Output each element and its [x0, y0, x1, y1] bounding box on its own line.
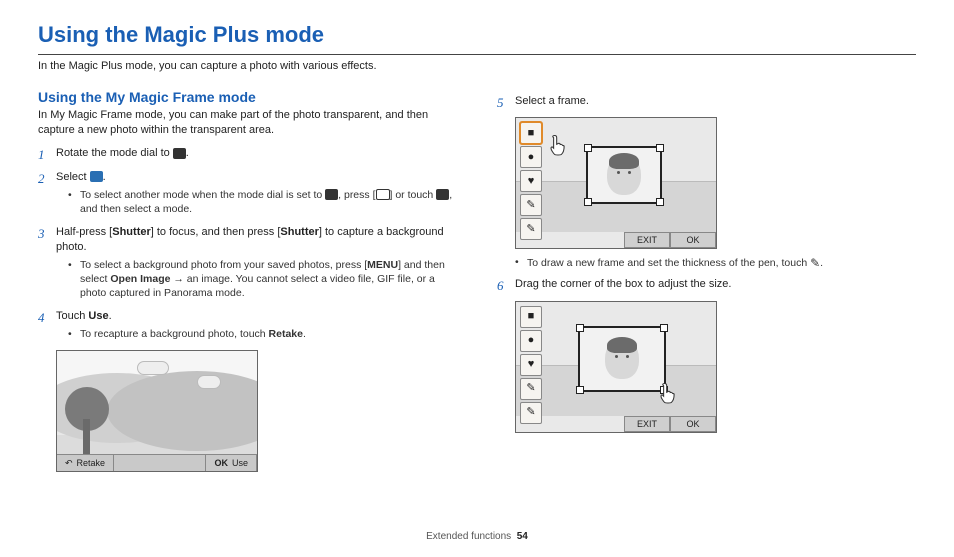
magic-frame-icon — [90, 171, 103, 182]
mode-dial-icon — [173, 148, 186, 159]
step-number: 5 — [497, 94, 507, 112]
retake-label: Retake — [269, 328, 303, 340]
section-intro: In My Magic Frame mode, you can make par… — [38, 108, 457, 138]
frame-tool-square[interactable]: ■ — [520, 306, 542, 328]
frame-tool-pen[interactable]: ✎ — [520, 194, 542, 216]
frame-box[interactable] — [586, 146, 662, 204]
step-number: 3 — [38, 225, 48, 303]
use-button[interactable]: OK Use — [205, 455, 257, 471]
frame-tool-circle[interactable]: ● — [520, 330, 542, 352]
bullet-icon: • — [68, 327, 74, 341]
shutter-label: Shutter — [112, 226, 151, 238]
frame-tool-square[interactable]: ■ — [520, 122, 542, 144]
note-text: To select a background photo from your s… — [80, 258, 457, 301]
exit-button[interactable]: EXIT — [624, 416, 670, 432]
frame-tool-column: ■ ● ♥ ✎ ✎ — [520, 122, 542, 240]
step-6: 6 Drag the corner of the box to adjust t… — [497, 277, 916, 295]
step-text: Select a frame. — [515, 94, 916, 112]
step-number: 6 — [497, 277, 507, 295]
note-text: To select another mode when the mode dia… — [80, 188, 457, 216]
shutter-label: Shutter — [280, 226, 319, 238]
bullet-icon: • — [515, 255, 521, 271]
intro-text: In the Magic Plus mode, you can capture … — [38, 59, 916, 74]
figure-resize-frame: ■ ● ♥ ✎ ✎ EXIT OK — [515, 301, 717, 433]
bullet-icon: • — [68, 258, 74, 301]
t: To recapture a background photo, touch — [80, 328, 269, 340]
frame-box[interactable] — [578, 326, 666, 392]
step-text: Rotate the mode dial to — [56, 147, 173, 159]
t: , press [ — [338, 189, 375, 201]
step-1: 1 Rotate the mode dial to . — [38, 146, 457, 164]
back-arrow-icon: ↶ — [65, 457, 73, 469]
frame-tool-circle[interactable]: ● — [520, 146, 542, 168]
frame-tool-pen-thick[interactable]: ✎ — [520, 218, 542, 240]
figure-select-frame: ■ ● ♥ ✎ ✎ EXIT OK — [515, 117, 717, 249]
mode-touch-icon — [436, 189, 449, 200]
touch-pointer-icon — [544, 132, 572, 160]
t: To draw a new frame and set the thicknes… — [527, 257, 810, 269]
t: To select another mode when the mode dia… — [80, 189, 325, 201]
footer-page-number: 54 — [517, 531, 528, 542]
footer-section: Extended functions — [426, 531, 511, 542]
face-illustration — [607, 155, 641, 195]
pen-icon: ✎ — [810, 255, 820, 271]
note-text: To draw a new frame and set the thicknes… — [527, 255, 823, 271]
step-number: 2 — [38, 170, 48, 219]
t: Half-press [ — [56, 226, 112, 238]
step-4: 4 Touch Use. • To recapture a background… — [38, 309, 457, 344]
t: . — [109, 310, 112, 322]
face-illustration — [605, 339, 639, 379]
ok-button[interactable]: OK — [670, 416, 716, 432]
frame-tool-heart[interactable]: ♥ — [520, 170, 542, 192]
step-3: 3 Half-press [Shutter] to focus, and the… — [38, 225, 457, 303]
divider — [38, 54, 916, 55]
t: . — [303, 328, 306, 340]
step-text: Drag the corner of the box to adjust the… — [515, 277, 916, 295]
exit-button[interactable]: EXIT — [624, 232, 670, 248]
step-2: 2 Select . • To select another mode when… — [38, 170, 457, 219]
bullet-icon: • — [68, 188, 74, 216]
step-5: 5 Select a frame. — [497, 94, 916, 112]
figure-background-photo: ↶ Retake OK Use — [56, 350, 258, 472]
use-label: Use — [88, 310, 108, 322]
step-text: . — [186, 147, 189, 159]
step-number: 4 — [38, 309, 48, 344]
ok-button[interactable]: OK — [670, 232, 716, 248]
step-number: 1 — [38, 146, 48, 164]
page-title: Using the Magic Plus mode — [38, 20, 916, 50]
retake-text: Retake — [77, 457, 106, 469]
use-text: Use — [232, 457, 248, 469]
left-column: Using the My Magic Frame mode In My Magi… — [38, 88, 457, 473]
t: To select a background photo from your s… — [80, 259, 367, 271]
page-footer: Extended functions 54 — [0, 530, 954, 544]
frame-tool-pen-thick[interactable]: ✎ — [520, 402, 542, 424]
open-image-label: Open Image — [110, 273, 170, 285]
menu-label: MENU — [367, 259, 398, 271]
step-text: Select — [56, 171, 90, 183]
t: Touch — [56, 310, 88, 322]
section-title: Using the My Magic Frame mode — [38, 88, 457, 107]
back-icon — [376, 189, 390, 200]
retake-button[interactable]: ↶ Retake — [57, 455, 114, 471]
ok-label: OK — [214, 457, 228, 469]
mode-dial-icon — [325, 189, 338, 200]
frame-tool-pen[interactable]: ✎ — [520, 378, 542, 400]
t: ] to focus, and then press [ — [151, 226, 281, 238]
t: ] or touch — [390, 189, 437, 201]
frame-tool-column: ■ ● ♥ ✎ ✎ — [520, 306, 542, 424]
right-column: 5 Select a frame. ■ ● ♥ ✎ ✎ — [497, 88, 916, 473]
note-text: To recapture a background photo, touch R… — [80, 327, 306, 341]
frame-tool-heart[interactable]: ♥ — [520, 354, 542, 376]
step-text: . — [103, 171, 106, 183]
